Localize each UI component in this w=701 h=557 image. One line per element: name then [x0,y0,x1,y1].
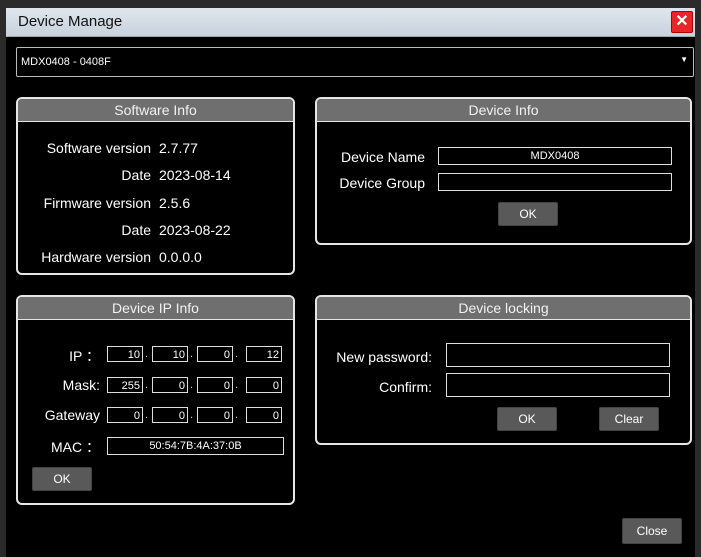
gateway-octet-3[interactable]: 0 [197,407,233,423]
mask-dot: . [235,379,239,391]
mask-octet-3[interactable]: 0 [197,377,233,393]
dialog-content: MDX0408 - 0408F ▼ Software Info Software… [6,37,695,557]
chevron-down-icon: ▼ [680,55,688,64]
device-locking-heading: Device locking [317,297,690,320]
software-version-label: Software version [46,140,151,156]
locking-ok-button[interactable]: OK [497,407,557,431]
ip-dot: . [190,348,194,360]
gateway-octet-1[interactable]: 0 [107,407,143,423]
mask-octet-2[interactable]: 0 [152,377,188,393]
ip-octet-3[interactable]: 0 [197,346,233,362]
mask-octet-4[interactable]: 0 [246,377,282,393]
mask-dot: . [190,379,194,391]
device-ip-info-heading: Device IP Info [18,297,293,320]
ip-octet-1[interactable]: 10 [107,346,143,362]
device-ip-info-panel: Device IP Info IP ： 10 . 10 . 0 . 12 Mas… [16,295,295,505]
device-name-field[interactable]: MDX0408 [438,147,672,165]
mask-label: Mask: [62,377,100,393]
software-date-value: 2023-08-14 [159,167,231,183]
close-icon[interactable]: ✕ [671,11,693,33]
ip-ok-button[interactable]: OK [32,467,92,491]
gateway-dot: . [190,409,194,421]
gateway-label: Gateway [44,407,100,423]
software-info-panel: Software Info Software version 2.7.77 Da… [16,97,295,275]
confirm-password-field[interactable] [446,373,670,397]
device-info-panel: Device Info Device Name MDX0408 Device G… [315,97,692,245]
hardware-version-label: Hardware version [41,249,151,265]
software-info-heading: Software Info [18,99,293,122]
device-info-heading: Device Info [317,99,690,122]
ip-octet-2[interactable]: 10 [152,346,188,362]
new-password-field[interactable] [446,343,670,367]
device-info-ok-button[interactable]: OK [498,202,558,226]
background-strip [0,0,701,8]
gateway-dot: . [235,409,239,421]
firmware-date-label: Date [121,222,151,238]
software-date-label: Date [121,167,151,183]
software-version-value: 2.7.77 [159,140,198,156]
gateway-dot: . [145,409,149,421]
device-manage-window: Device Manage ✕ MDX0408 - 0408F ▼ Softwa… [0,0,701,557]
ip-dot: . [145,348,149,360]
device-select[interactable]: MDX0408 - 0408F ▼ [16,47,694,77]
device-name-label: Device Name [340,149,425,165]
ip-dot: . [235,348,239,360]
firmware-date-value: 2023-08-22 [159,222,231,238]
confirm-label: Confirm: [379,379,432,395]
mac-label: MAC ： [51,439,100,455]
device-select-value: MDX0408 - 0408F [21,56,111,68]
clear-button[interactable]: Clear [599,407,659,431]
device-group-field[interactable] [438,173,672,191]
title-bar: Device Manage ✕ [6,8,695,37]
gateway-octet-4[interactable]: 0 [246,407,282,423]
window-border-right [695,8,701,557]
firmware-version-label: Firmware version [43,195,151,211]
device-group-label: Device Group [339,175,425,191]
ip-label: IP ： [69,348,100,364]
new-password-label: New password: [336,349,432,365]
firmware-version-value: 2.5.6 [159,195,191,211]
mask-octet-1[interactable]: 255 [107,377,143,393]
window-title: Device Manage [18,13,123,30]
device-locking-panel: Device locking New password: Confirm: OK… [315,295,692,445]
hardware-version-value: 0.0.0.0 [159,249,202,265]
mac-field[interactable]: 50:54:7B:4A:37:0B [107,437,284,455]
mask-dot: . [145,379,149,391]
close-button[interactable]: Close [622,518,682,544]
ip-octet-4[interactable]: 12 [246,346,282,362]
gateway-octet-2[interactable]: 0 [152,407,188,423]
